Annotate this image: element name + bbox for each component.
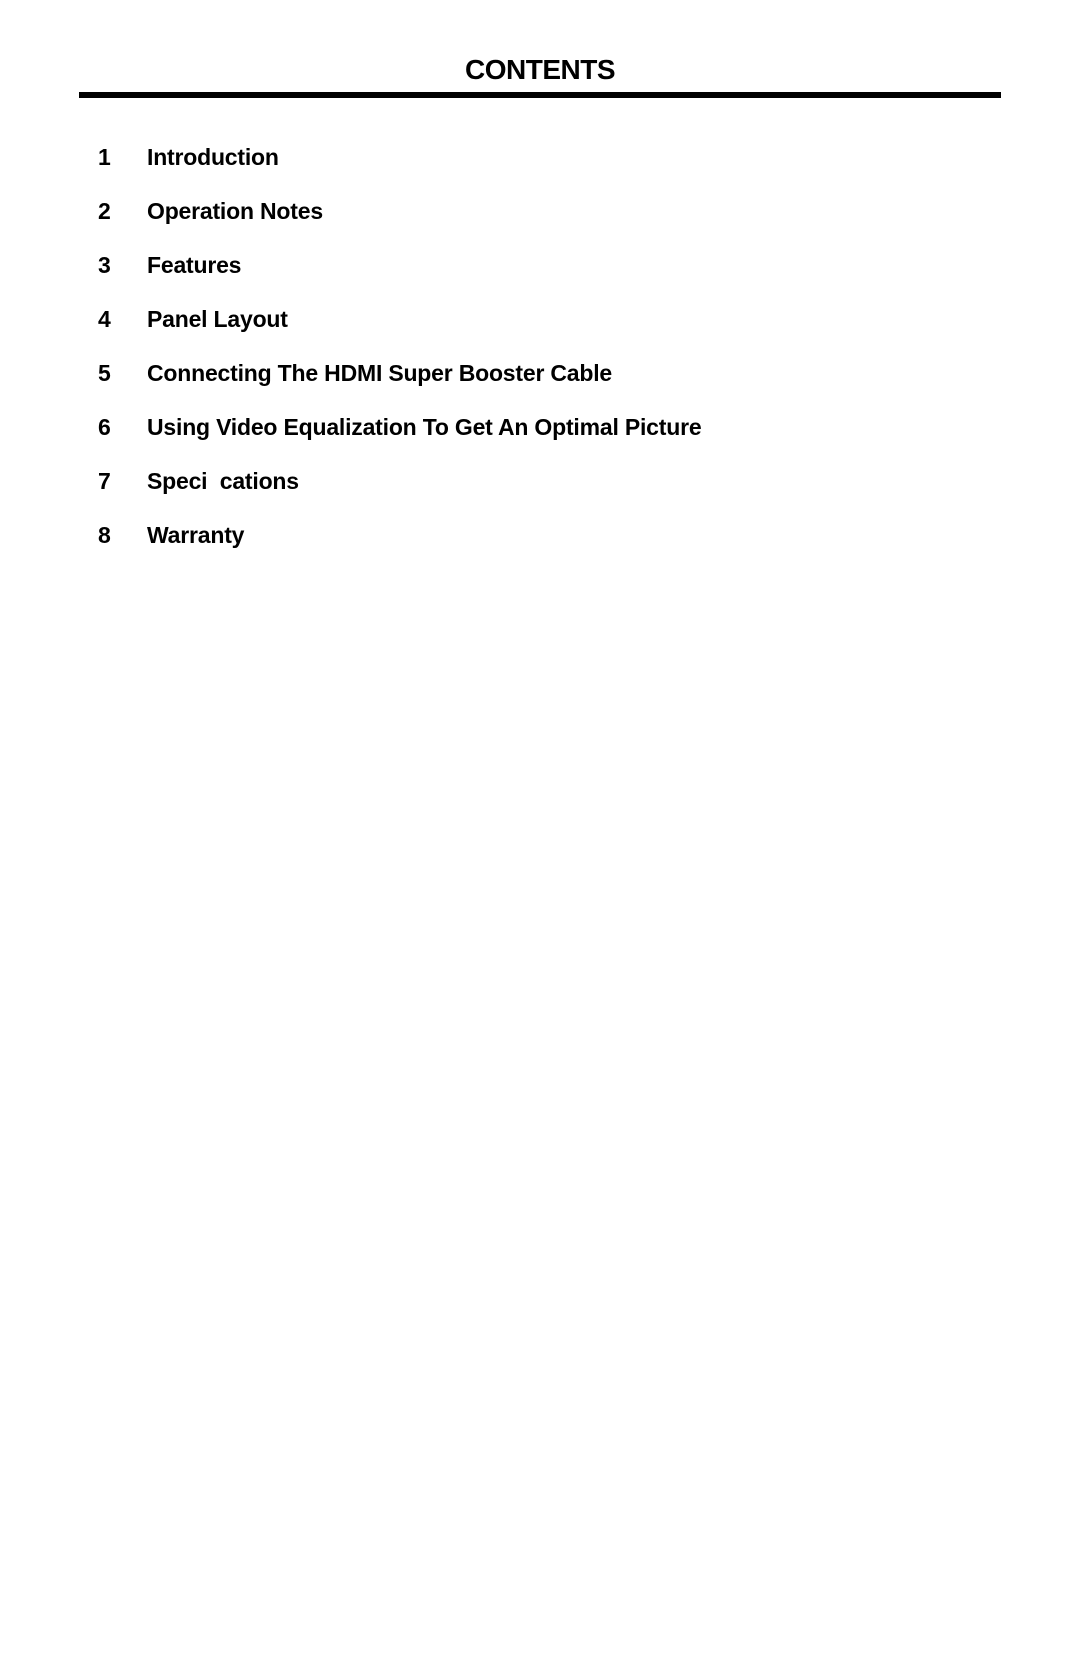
- toc-entry-introduction[interactable]: 1 Introduction: [98, 144, 279, 198]
- toc-entry-operation-notes[interactable]: 2 Operation Notes: [98, 198, 323, 252]
- toc-entry-number: 1: [98, 144, 111, 170]
- toc-entry-number: 3: [98, 252, 111, 278]
- toc-entry-warranty[interactable]: 8 Warranty: [98, 522, 244, 576]
- toc-entry-connecting-cable[interactable]: 5 Connecting The HDMI Super Booster Cabl…: [98, 360, 612, 414]
- toc-entry-label: Warranty: [147, 522, 245, 548]
- toc-entry-panel-layout[interactable]: 4 Panel Layout: [98, 306, 288, 360]
- toc-entry-label: Panel Layout: [147, 306, 288, 332]
- toc-entry-number: 4: [98, 306, 111, 332]
- toc-entry-number: 6: [98, 414, 111, 440]
- toc-entry-features[interactable]: 3 Features: [98, 252, 241, 306]
- toc-entry-label: Using Video Equalization To Get An Optim…: [147, 414, 702, 440]
- toc-entry-label: Features: [147, 252, 242, 278]
- title-rule-divider: [79, 92, 1001, 98]
- page-title: CONTENTS: [465, 54, 616, 85]
- toc-entry-label: Connecting The HDMI Super Booster Cable: [147, 360, 613, 386]
- toc-entry-video-equalization[interactable]: 6 Using Video Equalization To Get An Opt…: [98, 414, 702, 468]
- toc-entry-label: Speci cations: [147, 468, 299, 494]
- toc-entry-label: Introduction: [147, 144, 279, 170]
- toc-entry-number: 5: [98, 360, 111, 386]
- toc-entry-number: 2: [98, 198, 111, 224]
- toc-entry-number: 8: [98, 522, 111, 548]
- toc-entry-label: Operation Notes: [147, 198, 323, 224]
- toc-entry-number: 7: [98, 468, 111, 494]
- table-of-contents: 1 Introduction 2 Operation Notes 3 Featu…: [98, 144, 702, 576]
- toc-entry-specifications[interactable]: 7 Speci cations: [98, 468, 299, 522]
